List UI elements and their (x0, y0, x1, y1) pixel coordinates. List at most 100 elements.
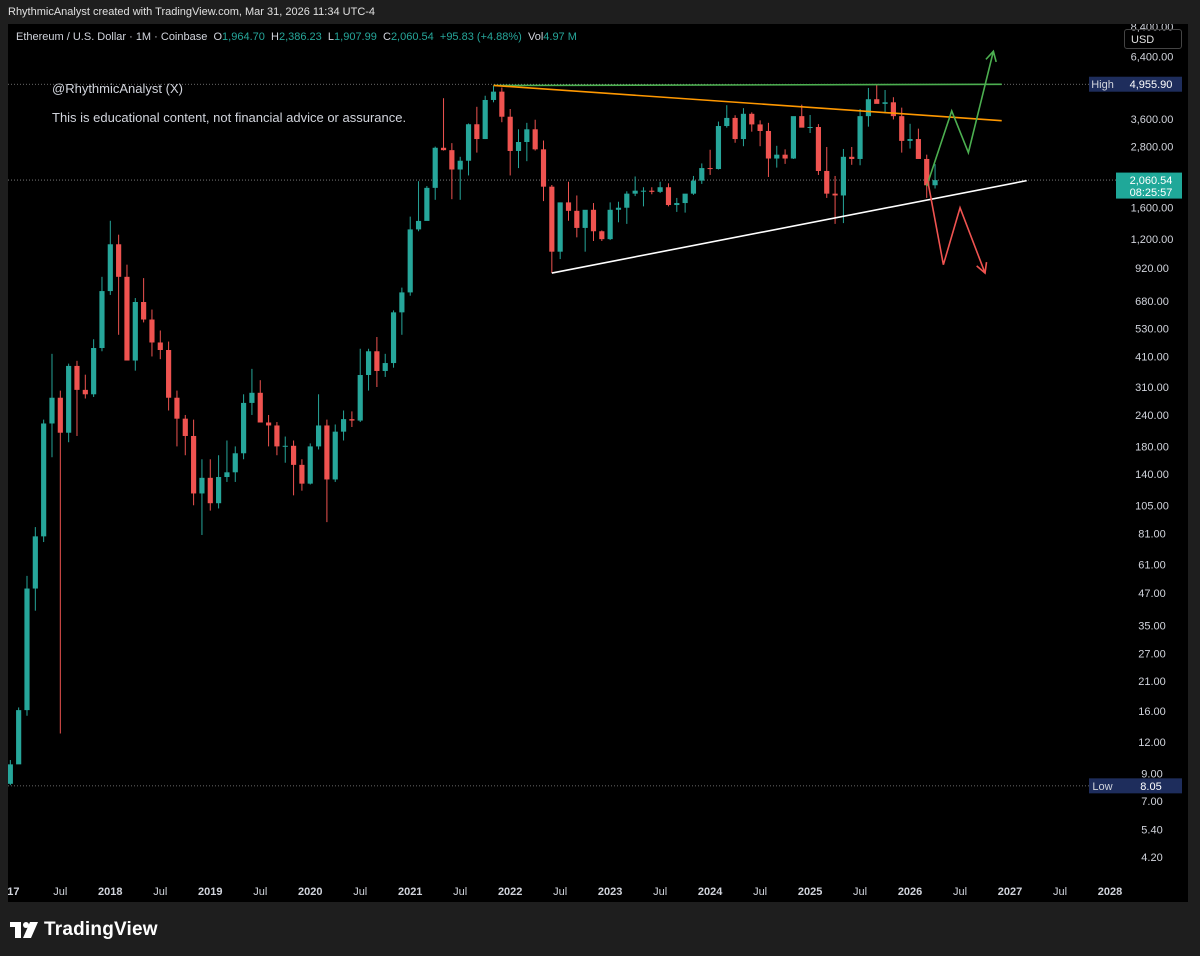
candle (116, 234, 122, 335)
candle-body (807, 126, 813, 128)
candle (82, 374, 88, 399)
orange-trendline (493, 84, 1002, 122)
candle-body (207, 477, 213, 504)
candle (166, 341, 172, 411)
current-price-tag: 2,060.5408:25:57 (1116, 172, 1182, 199)
candle-body (157, 342, 163, 350)
candle (257, 380, 263, 423)
candle (907, 123, 913, 149)
candle-body (290, 445, 297, 465)
candle-body (332, 431, 338, 480)
y-tick-label: 105.00 (1135, 500, 1169, 512)
candle (532, 119, 538, 151)
candle (191, 419, 197, 506)
low-price-tag-label: Low (1092, 781, 1112, 793)
candle-body (132, 302, 138, 361)
candle-body (932, 180, 938, 186)
candle (524, 122, 530, 162)
candle (457, 156, 463, 200)
candle-body (665, 187, 672, 206)
candle (149, 309, 155, 357)
candle-body (66, 365, 72, 433)
y-tick-label: 2,800.00 (1131, 142, 1174, 154)
candle (332, 424, 338, 482)
candle (424, 186, 430, 221)
candle (499, 87, 505, 123)
low-value: 1,907.99 (334, 31, 377, 43)
candle (665, 183, 672, 207)
candle-body (8, 764, 13, 784)
candle-body (16, 710, 22, 765)
chart-area[interactable]: 4.20 5.40 7.00 9.00 12.00 16.00 21.00 27.00 35.0… (8, 24, 1188, 902)
candle-body (249, 392, 255, 403)
x-tick-label: Jul (153, 886, 167, 898)
candle (690, 175, 697, 195)
candle (790, 116, 797, 159)
white-trendline (551, 179, 1027, 274)
candle (490, 85, 497, 103)
y-tick-label: 35.00 (1138, 620, 1166, 632)
high-price-tag-value: 4,955.90 (1130, 79, 1173, 91)
x-tick-label: Jul (453, 886, 467, 898)
candle-body (266, 422, 272, 426)
y-tick-label: 180.00 (1135, 441, 1169, 453)
candle (765, 122, 772, 177)
candle (782, 149, 788, 164)
candle (715, 121, 722, 170)
footer-bar: TradingView (0, 902, 1200, 956)
author-handle-note: @RhythmicAnalyst (X) (52, 81, 183, 96)
candle (749, 112, 755, 132)
candle (540, 140, 547, 202)
candle-body (107, 244, 113, 292)
y-tick-label: 6,400.00 (1131, 51, 1174, 63)
candle (507, 108, 513, 176)
candle-body (782, 154, 788, 159)
y-tick-label: 1,200.00 (1131, 234, 1174, 246)
candle-body (640, 190, 647, 192)
symbol-name: Ethereum / U.S. Dollar · 1M · Coinbase (16, 31, 208, 43)
candle-body (849, 156, 855, 159)
candle (632, 176, 638, 197)
candle (91, 339, 97, 397)
candle (915, 128, 921, 159)
y-tick-label: 21.00 (1138, 676, 1166, 688)
candle (324, 419, 330, 523)
high-value: 2,386.23 (278, 31, 322, 43)
candle-body (82, 389, 88, 395)
candle-body (49, 397, 55, 424)
candle-body (790, 116, 797, 159)
candle-body (182, 418, 188, 436)
candle (74, 360, 80, 436)
candle-body (357, 375, 363, 421)
candle-body (732, 117, 738, 140)
open-value: 1,964.70 (222, 31, 265, 43)
candle-body (407, 229, 413, 293)
candle-body (32, 536, 38, 589)
candle (832, 175, 838, 224)
candle-body (715, 126, 722, 170)
candle-body (532, 129, 538, 150)
volume-label: Vol (527, 31, 544, 43)
x-tick-label: 2023 (598, 886, 622, 898)
tradingview-logo[interactable]: TradingView (10, 919, 158, 941)
candle-body (674, 203, 680, 206)
price-chart[interactable]: 4.205.407.009.0012.0016.0021.0027.0035.0… (8, 24, 1188, 902)
candle-body (465, 124, 472, 161)
y-tick-label: 530.00 (1135, 323, 1169, 335)
candle (66, 363, 72, 443)
candle-body (915, 139, 921, 159)
y-tick-label: 12.00 (1138, 737, 1166, 749)
candle (732, 115, 738, 143)
x-tick-label: Jul (353, 886, 367, 898)
candle (465, 123, 472, 176)
candle (582, 209, 588, 252)
candle-body (349, 419, 355, 421)
candle-body (690, 180, 697, 194)
currency-button[interactable]: USD (1124, 29, 1182, 49)
candle-body (315, 425, 322, 447)
x-tick-label: Jul (953, 886, 967, 898)
y-tick-label: 27.00 (1138, 649, 1166, 661)
candle-body (257, 392, 263, 423)
bar-countdown: 08:25:57 (1130, 187, 1173, 199)
candle-body (57, 397, 63, 433)
